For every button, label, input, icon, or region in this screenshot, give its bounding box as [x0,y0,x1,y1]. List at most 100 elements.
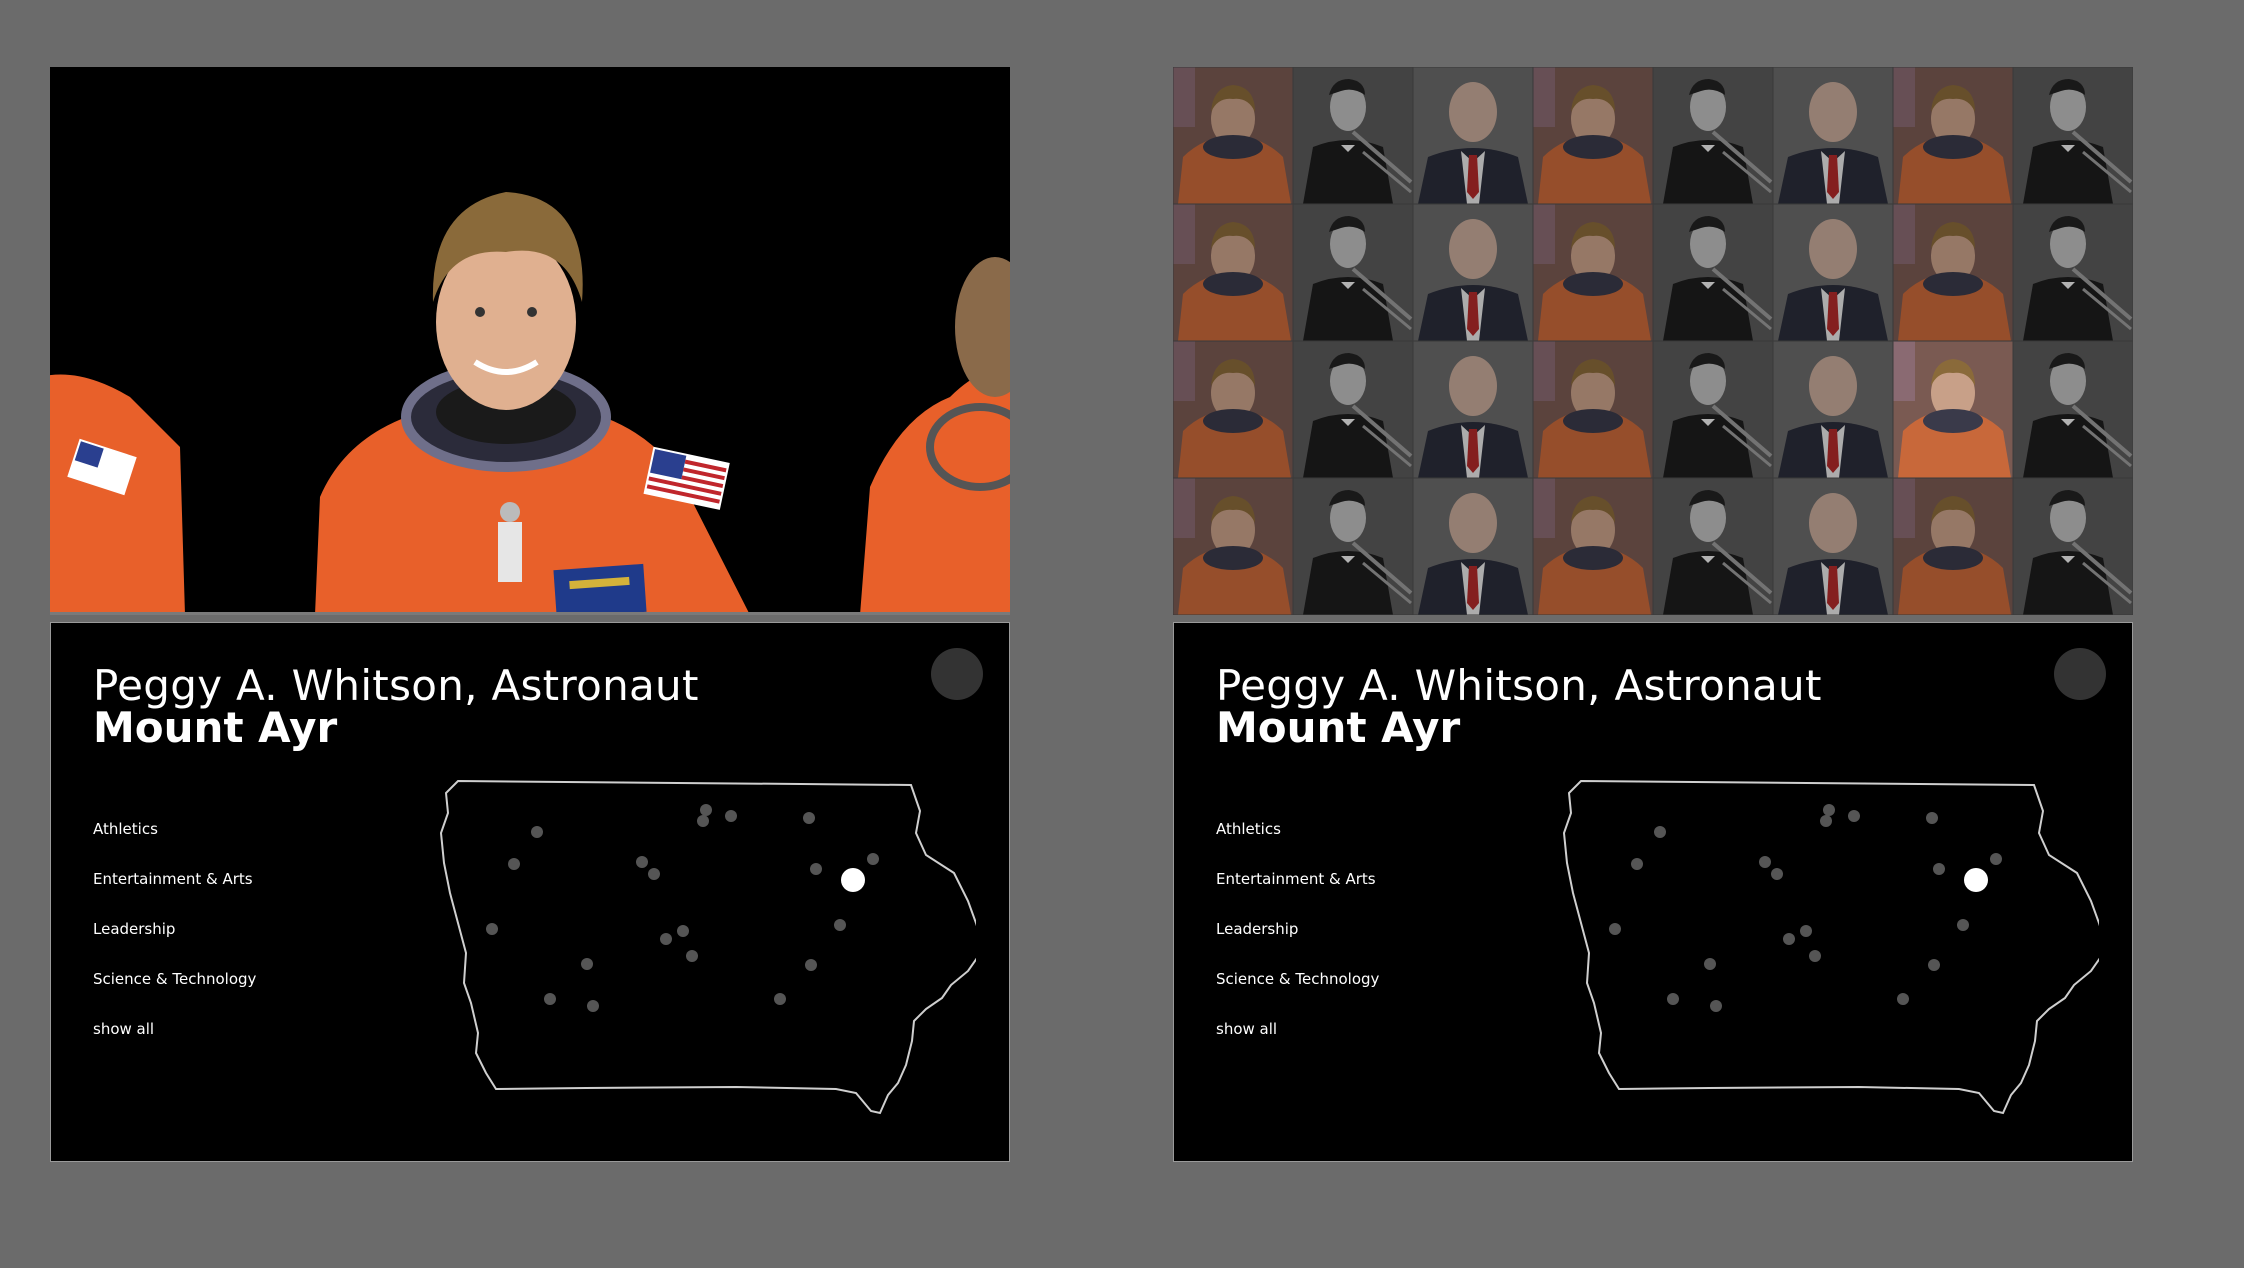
astronaut-portrait-icon [50,67,1010,615]
location-dot[interactable] [686,950,698,962]
location-dot[interactable] [677,925,689,937]
category-list: Athletics Entertainment & Arts Leadershi… [93,819,256,1069]
trumpet-player-portrait-icon[interactable] [2011,202,2133,343]
location-dot[interactable] [587,1000,599,1012]
trumpet-player-portrait-icon[interactable] [1651,67,1775,206]
category-science-technology[interactable]: Science & Technology [1216,969,1379,1019]
location-dot[interactable] [700,804,712,816]
panel-right: Peggy A. Whitson, Astronaut Mount Ayr At… [1173,67,2133,1162]
category-science-technology[interactable]: Science & Technology [93,969,256,1019]
location-dot-active[interactable] [841,868,865,892]
astronaut-portrait-icon[interactable] [1893,204,2013,341]
location-title: Mount Ayr [93,703,338,752]
category-leadership[interactable]: Leadership [93,919,256,969]
location-dot[interactable] [1897,993,1909,1005]
category-leadership[interactable]: Leadership [1216,919,1379,969]
iowa-map-icon [439,779,976,1115]
elderly-man-portrait-icon[interactable] [1773,67,1893,204]
category-show-all[interactable]: show all [93,1019,256,1069]
info-card: Peggy A. Whitson, Astronaut Mount Ayr At… [50,622,1010,1162]
astronaut-portrait-icon[interactable] [1533,204,1653,341]
trumpet-player-portrait-icon[interactable] [1291,67,1415,206]
location-dot[interactable] [697,815,709,827]
astronaut-portrait-icon[interactable] [1173,67,1293,204]
location-dot[interactable] [508,858,520,870]
location-dot[interactable] [1667,993,1679,1005]
location-title: Mount Ayr [1216,703,1461,752]
category-entertainment-arts[interactable]: Entertainment & Arts [93,869,256,919]
elderly-man-portrait-icon[interactable] [1413,478,1533,615]
location-dot[interactable] [1771,868,1783,880]
elderly-man-portrait-icon[interactable] [1773,204,1893,341]
location-dot[interactable] [1820,815,1832,827]
astronaut-portrait-highlighted-icon[interactable] [1893,341,2013,478]
trumpet-player-portrait-icon[interactable] [1291,202,1415,343]
location-dot[interactable] [774,993,786,1005]
location-dot[interactable] [544,993,556,1005]
photo-grid [1173,67,2133,615]
location-dot[interactable] [805,959,817,971]
location-dot[interactable] [1609,923,1621,935]
panel-left: Peggy A. Whitson, Astronaut Mount Ayr At… [50,67,1010,1162]
location-dot[interactable] [867,853,879,865]
category-athletics[interactable]: Athletics [93,819,256,869]
location-dot[interactable] [1848,810,1860,822]
location-dot[interactable] [725,810,737,822]
elderly-man-portrait-icon[interactable] [1413,341,1533,478]
category-show-all[interactable]: show all [1216,1019,1379,1069]
astronaut-portrait-icon[interactable] [1533,341,1653,478]
trumpet-player-portrait-icon[interactable] [2011,67,2133,206]
astronaut-portrait-icon[interactable] [1173,478,1293,615]
info-card: Peggy A. Whitson, Astronaut Mount Ayr At… [1173,622,2133,1162]
location-dot[interactable] [1823,804,1835,816]
location-dot[interactable] [1928,959,1940,971]
astronaut-portrait-icon[interactable] [1893,67,2013,204]
location-dot[interactable] [1631,858,1643,870]
location-dot[interactable] [834,919,846,931]
trumpet-player-portrait-icon[interactable] [1651,202,1775,343]
location-dot[interactable] [1990,853,2002,865]
astronaut-portrait-icon[interactable] [1173,204,1293,341]
location-dot[interactable] [810,863,822,875]
location-dot[interactable] [1957,919,1969,931]
location-dot[interactable] [1783,933,1795,945]
location-dot[interactable] [660,933,672,945]
astronaut-portrait-icon[interactable] [1893,478,2013,615]
category-entertainment-arts[interactable]: Entertainment & Arts [1216,869,1379,919]
trumpet-player-portrait-icon[interactable] [2011,476,2133,615]
location-dot[interactable] [1710,1000,1722,1012]
trumpet-player-portrait-icon[interactable] [2011,339,2133,480]
location-dot[interactable] [803,812,815,824]
iowa-map-icon [1562,779,2099,1115]
elderly-man-portrait-icon[interactable] [1413,67,1533,204]
location-dot[interactable] [648,868,660,880]
astronaut-portrait-icon[interactable] [1533,478,1653,615]
location-dot[interactable] [1654,826,1666,838]
location-dot[interactable] [1926,812,1938,824]
location-dot[interactable] [581,958,593,970]
close-circle-button[interactable] [2054,648,2106,700]
category-list: Athletics Entertainment & Arts Leadershi… [1216,819,1379,1069]
trumpet-player-portrait-icon[interactable] [1291,339,1415,480]
location-dot[interactable] [1933,863,1945,875]
elderly-man-portrait-icon[interactable] [1773,341,1893,478]
location-dot[interactable] [1800,925,1812,937]
location-dot[interactable] [1759,856,1771,868]
featured-photo [50,67,1010,615]
trumpet-player-portrait-icon[interactable] [1291,476,1415,615]
trumpet-player-portrait-icon[interactable] [1651,476,1775,615]
close-circle-button[interactable] [931,648,983,700]
category-athletics[interactable]: Athletics [1216,819,1379,869]
location-dot[interactable] [1809,950,1821,962]
location-dot-active[interactable] [1964,868,1988,892]
portrait-grid [1173,67,2133,615]
elderly-man-portrait-icon[interactable] [1413,204,1533,341]
location-dot[interactable] [1704,958,1716,970]
astronaut-portrait-icon[interactable] [1533,67,1653,204]
trumpet-player-portrait-icon[interactable] [1651,339,1775,480]
elderly-man-portrait-icon[interactable] [1773,478,1893,615]
location-dot[interactable] [486,923,498,935]
astronaut-portrait-icon[interactable] [1173,341,1293,478]
location-dot[interactable] [636,856,648,868]
location-dot[interactable] [531,826,543,838]
